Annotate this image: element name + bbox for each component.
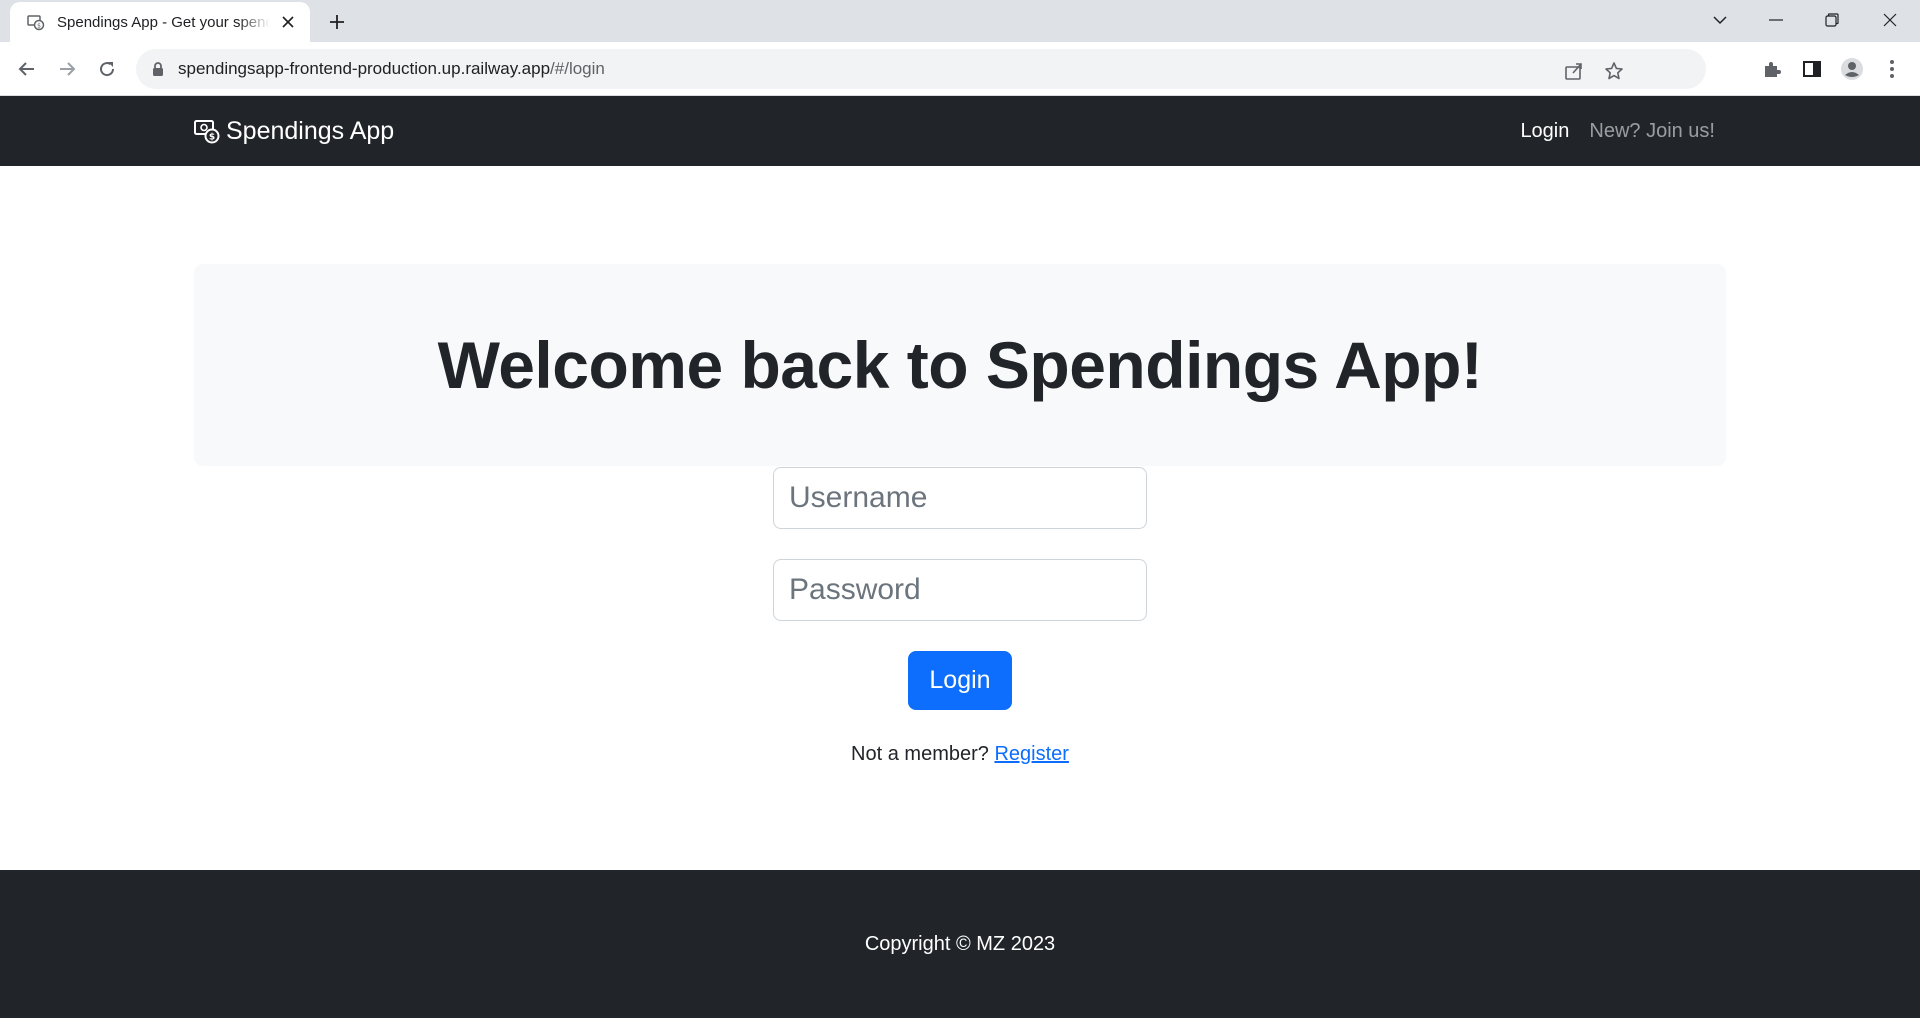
svg-text:$: $ [209,133,215,143]
back-arrow-icon[interactable] [10,52,44,86]
nav-link-join[interactable]: New? Join us! [1589,120,1715,143]
tab-title: Spendings App - Get your spendings under… [57,13,270,31]
share-icon[interactable] [1562,59,1586,83]
site-navbar: $ Spendings App Login New? Join us! [0,96,1920,166]
brand-name: Spendings App [226,116,395,145]
register-prompt-line: Not a member? Register [0,743,1920,766]
username-input[interactable] [773,467,1147,529]
password-input[interactable] [773,559,1147,621]
side-panel-icon[interactable] [1800,57,1824,81]
profile-icon[interactable] [1840,57,1864,81]
address-bar[interactable]: spendingsapp-frontend-production.up.rail… [136,49,1706,89]
puzzle-icon[interactable] [1760,57,1784,81]
nav-link-login[interactable]: Login [1520,120,1569,143]
browser-toolbar: spendingsapp-frontend-production.up.rail… [0,42,1920,96]
welcome-hero: Welcome back to Spendings App! [194,264,1726,466]
star-icon[interactable] [1602,59,1626,83]
url-host: spendingsapp-frontend-production.up.rail… [178,59,551,78]
url-text: spendingsapp-frontend-production.up.rail… [178,59,605,79]
login-button[interactable]: Login [908,651,1012,710]
nav-links: Login New? Join us! [1500,96,1715,166]
brand-link[interactable]: $ Spendings App [194,96,394,166]
copyright-text: Copyright © MZ 2023 [864,932,1056,955]
tab-search-chevron-icon[interactable] [1692,0,1748,40]
site-footer: Copyright © MZ 2023 [0,870,1920,1018]
close-window-icon[interactable] [1862,0,1918,40]
kebab-menu-icon[interactable] [1880,57,1904,81]
new-tab-plus-icon[interactable] [324,9,350,35]
minimize-icon[interactable] [1748,0,1804,40]
money-favicon-icon: $ [27,13,45,31]
restore-icon[interactable] [1804,0,1860,40]
svg-text:$: $ [37,23,41,30]
register-prompt-text: Not a member? [851,743,989,765]
url-path: /#/login [550,59,605,78]
reload-icon[interactable] [90,52,124,86]
register-link[interactable]: Register [994,743,1068,765]
browser-tab-strip: $ Spendings App - Get your spendings und… [0,0,1920,42]
lock-icon[interactable] [150,61,166,77]
browser-tab[interactable]: $ Spendings App - Get your spendings und… [10,2,310,42]
page-title: Welcome back to Spendings App! [437,328,1483,402]
money-logo-icon: $ [194,118,220,144]
tab-close-icon[interactable] [278,12,298,32]
forward-arrow-icon[interactable] [50,52,84,86]
